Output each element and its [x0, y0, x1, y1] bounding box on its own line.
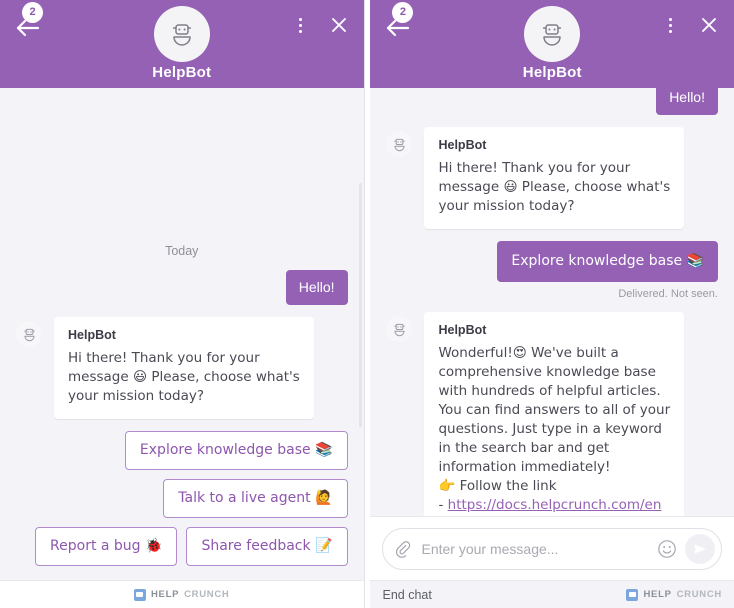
message-bubble-incoming: HelpBot Hi there! Thank you for your mes… — [424, 127, 685, 229]
brand-text-crunch: CRUNCH — [184, 589, 230, 600]
send-icon — [693, 544, 706, 554]
scrollbar[interactable] — [358, 183, 362, 427]
quick-reply-talk-to-live-agent[interactable]: Talk to a live agent 🙋 — [163, 479, 348, 518]
message-status: Delivered. Not seen. — [618, 288, 718, 300]
message-sender-name: HelpBot — [68, 328, 116, 342]
message-bot-avatar — [386, 131, 413, 157]
brand-text-crunch: CRUNCH — [676, 589, 722, 600]
header-bot-avatar — [524, 6, 581, 62]
bot-avatar-icon — [394, 138, 405, 151]
message-row-incoming: HelpBot Hi there! Thank you for your mes… — [16, 317, 348, 419]
message-text-body: Wonderful!😍 We've built a comprehensive … — [438, 345, 671, 513]
more-options-icon — [299, 17, 302, 33]
message-row-outgoing: Hello! — [386, 88, 718, 115]
message-row-outgoing: Hello! — [16, 270, 348, 305]
bot-avatar-icon — [543, 24, 562, 46]
message-row-incoming: HelpBot Wonderful!😍 We've built a compre… — [386, 312, 718, 516]
knowledge-base-link[interactable]: https://docs.helpcrunch.com/en — [448, 497, 662, 513]
header-bot-avatar — [153, 6, 210, 62]
quick-reply-group: Explore knowledge base 📚 Talk to a live … — [0, 427, 364, 580]
close-button[interactable] — [698, 14, 720, 36]
helpcrunch-brand: HELP CRUNCH — [626, 588, 722, 601]
message-bubble-outgoing: Explore knowledge base 📚 — [497, 241, 718, 282]
brand-text-help: HELP — [643, 589, 672, 600]
composer-area — [370, 516, 734, 580]
brand-text-help: HELP — [150, 589, 180, 600]
message-text: Hi there! Thank you for your message 😃 P… — [438, 160, 675, 214]
close-icon — [702, 18, 716, 32]
close-icon — [331, 18, 346, 32]
more-options-button[interactable] — [290, 14, 312, 36]
chat-widget-comparison: 2 HelpBot Today Hello! HelpBot Hi there!… — [0, 0, 734, 608]
header-actions — [290, 14, 350, 36]
composer — [382, 528, 722, 570]
attach-file-button[interactable] — [395, 540, 413, 558]
left-chat-header: 2 HelpBot — [0, 0, 364, 88]
message-bot-avatar — [386, 316, 413, 342]
header-actions — [660, 14, 720, 36]
bot-avatar-icon — [23, 328, 35, 341]
message-sender-name: HelpBot — [438, 323, 487, 337]
more-options-button[interactable] — [660, 14, 682, 36]
emoji-smiley-icon — [658, 540, 676, 558]
message-bubble-outgoing: Hello! — [656, 88, 718, 115]
message-text: Wonderful!😍 We've built a comprehensive … — [438, 344, 670, 515]
page-title: HelpBot — [522, 64, 582, 81]
close-button[interactable] — [328, 14, 350, 36]
helpcrunch-logo-icon — [626, 588, 639, 601]
right-chat-panel: 2 HelpBot Hello! HelpBot Hi there! Thank… — [370, 0, 734, 608]
end-chat-button[interactable]: End chat — [382, 588, 431, 602]
paperclip-icon — [396, 541, 411, 558]
right-chat-header: 2 HelpBot — [370, 0, 734, 88]
bot-avatar-icon — [172, 24, 191, 46]
send-button[interactable] — [684, 534, 715, 564]
left-message-list[interactable]: Today Hello! HelpBot Hi there! Thank you… — [0, 88, 364, 427]
message-bubble-incoming: HelpBot Wonderful!😍 We've built a compre… — [424, 312, 685, 516]
message-row-incoming: HelpBot Hi there! Thank you for your mes… — [386, 127, 718, 229]
message-text: Hi there! Thank you for your message 😃 P… — [68, 350, 305, 404]
quick-reply-report-a-bug[interactable]: Report a bug 🐞 — [35, 527, 178, 566]
right-message-list[interactable]: Hello! HelpBot Hi there! Thank you for y… — [370, 88, 734, 516]
message-sender-name: HelpBot — [438, 138, 487, 152]
page-title: HelpBot — [152, 64, 212, 81]
message-bubble-outgoing: Hello! — [285, 270, 348, 305]
helpcrunch-logo-icon — [133, 588, 146, 601]
end-chat-bar: End chat HELP CRUNCH — [370, 580, 734, 608]
message-input[interactable] — [421, 541, 651, 557]
left-brand-footer: HELP CRUNCH — [0, 580, 364, 608]
left-chat-panel: 2 HelpBot Today Hello! HelpBot Hi there!… — [0, 0, 365, 608]
quick-reply-share-feedback[interactable]: Share feedback 📝 — [186, 527, 348, 566]
more-options-icon — [669, 17, 673, 33]
bot-avatar-icon — [394, 323, 405, 336]
back-unread-badge: 2 — [22, 2, 43, 23]
message-bubble-incoming: HelpBot Hi there! Thank you for your mes… — [54, 317, 314, 419]
message-bot-avatar — [16, 321, 42, 347]
day-divider: Today — [165, 244, 199, 258]
emoji-picker-button[interactable] — [657, 539, 679, 559]
message-row-outgoing: Explore knowledge base 📚 — [386, 241, 718, 282]
quick-reply-explore-knowledge-base[interactable]: Explore knowledge base 📚 — [124, 431, 348, 470]
helpcrunch-brand: HELP CRUNCH — [133, 588, 230, 601]
